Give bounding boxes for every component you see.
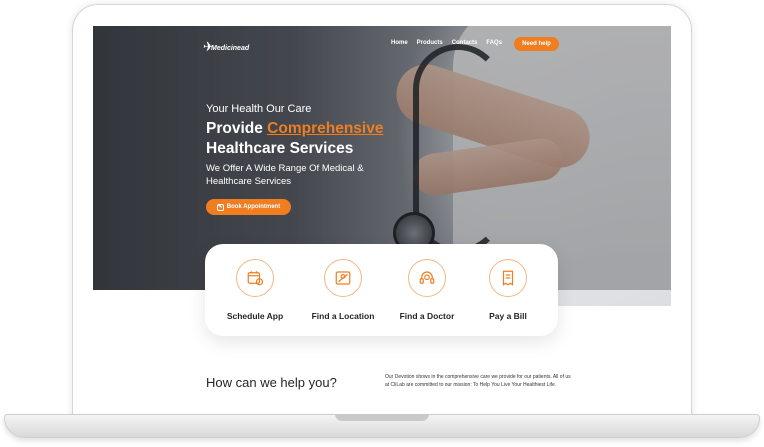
nav-link-faqs[interactable]: FAQs bbox=[486, 40, 502, 46]
hero-subtext: We Offer A Wide Range Of Medical & Healt… bbox=[206, 163, 364, 187]
help-section-title: How can we help you? bbox=[206, 375, 337, 390]
services-card: Schedule App Find a Location Find a Doct… bbox=[205, 244, 558, 336]
website-screen: ✈ Medicinead Home Products Contacts FAQs… bbox=[93, 26, 671, 397]
service-label: Schedule App bbox=[226, 311, 284, 321]
service-label: Find a Doctor bbox=[399, 311, 455, 321]
service-find-doctor[interactable]: Find a Doctor bbox=[387, 259, 467, 321]
service-label: Pay a Bill bbox=[489, 311, 527, 321]
edit-icon: ✎ bbox=[216, 203, 224, 211]
service-schedule-app[interactable]: Schedule App bbox=[215, 259, 295, 321]
receipt-icon bbox=[489, 259, 527, 297]
headline-rest: Healthcare Services bbox=[206, 140, 354, 157]
calendar-icon bbox=[236, 259, 274, 297]
nav-link-contacts[interactable]: Contacts bbox=[452, 40, 478, 46]
brand-logo[interactable]: ✈ Medicinead bbox=[203, 38, 259, 56]
map-icon bbox=[324, 259, 362, 297]
main-nav: Home Products Contacts FAQs bbox=[391, 40, 502, 46]
nav-link-home[interactable]: Home bbox=[391, 40, 408, 46]
service-find-location[interactable]: Find a Location bbox=[303, 259, 383, 321]
book-appointment-label: Book Appointment bbox=[226, 204, 281, 210]
headline-accent: Comprehensive bbox=[267, 120, 384, 137]
headline-prefix: Provide bbox=[206, 120, 263, 137]
book-appointment-button[interactable]: ✎ Book Appointment bbox=[206, 199, 291, 215]
hero-tagline: Your Health Our Care bbox=[206, 103, 312, 115]
service-pay-bill[interactable]: Pay a Bill bbox=[468, 259, 548, 321]
help-section-text: Our Devotion shows in the comprehensive … bbox=[385, 374, 571, 388]
laptop-notch bbox=[335, 414, 429, 421]
nav-link-products[interactable]: Products bbox=[417, 40, 443, 46]
brand-name: Medicinead bbox=[211, 45, 250, 52]
need-help-button[interactable]: Need help bbox=[514, 37, 559, 51]
service-label: Find a Location bbox=[311, 311, 375, 321]
headset-icon bbox=[408, 259, 446, 297]
hero-headline: Provide Comprehensive Healthcare Service… bbox=[206, 119, 466, 159]
